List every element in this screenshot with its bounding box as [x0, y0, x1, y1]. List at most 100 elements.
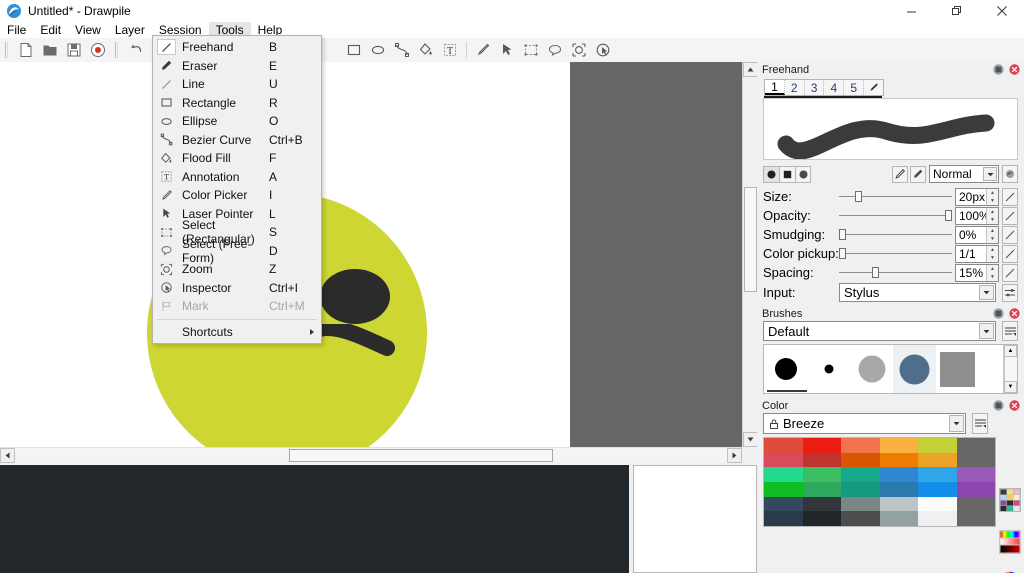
color-swatch[interactable] [764, 511, 803, 526]
color-swatch[interactable] [841, 481, 880, 497]
new-icon[interactable] [14, 39, 38, 61]
settings-icon[interactable] [1002, 283, 1018, 302]
color-swatch[interactable] [956, 438, 995, 453]
laser-pointer-icon[interactable] [495, 39, 519, 61]
color-swatch[interactable] [956, 511, 995, 526]
scroll-down-icon[interactable] [743, 432, 758, 447]
color-swatch[interactable] [764, 481, 803, 497]
palette-grid-icon[interactable] [998, 487, 1022, 515]
color-swatch[interactable] [918, 438, 957, 453]
color-swatch[interactable] [956, 496, 995, 512]
float-icon[interactable] [992, 307, 1005, 320]
menu-edit[interactable]: Edit [33, 22, 68, 38]
toolbar-drag-handle[interactable] [3, 41, 11, 59]
bezier-curve-icon[interactable] [390, 39, 414, 61]
annotation-icon[interactable]: T [438, 39, 462, 61]
bottom-white-panel[interactable] [633, 465, 757, 573]
preset-tab-1[interactable]: 1 [765, 80, 785, 95]
rectangle-icon[interactable] [342, 39, 366, 61]
list-item[interactable] [764, 345, 807, 393]
menu-item-select-free-form[interactable]: Select (Free-Form) D [153, 237, 321, 265]
menu-item-inspector[interactable]: Inspector Ctrl+I [153, 279, 321, 298]
color-swatch[interactable] [956, 481, 995, 497]
spacing-pressure-icon[interactable] [1002, 263, 1018, 282]
scroll-right-icon[interactable] [727, 448, 742, 463]
float-icon[interactable] [992, 63, 1005, 76]
color-swatch[interactable] [802, 496, 841, 512]
preset-tab-2[interactable]: 2 [785, 80, 805, 95]
list-item[interactable] [807, 345, 850, 393]
list-menu-icon[interactable] [972, 413, 988, 434]
scroll-up-icon[interactable] [743, 62, 758, 77]
tools-dropdown-menu[interactable]: Freehand B Eraser E Line U Rectangle R Ellipse O B… [152, 35, 322, 344]
brush-preset-list[interactable]: ▲ ▼ [763, 344, 1018, 394]
color-swatch[interactable] [841, 496, 880, 512]
maximize-button[interactable] [934, 0, 979, 22]
minimize-button[interactable] [889, 0, 934, 22]
color-swatch[interactable] [918, 467, 957, 482]
chevron-down-icon[interactable] [949, 415, 964, 432]
menu-item-rectangle[interactable]: Rectangle R [153, 94, 321, 113]
preset-tab-4[interactable]: 4 [824, 80, 845, 95]
size-slider[interactable] [839, 187, 952, 206]
spacing-stepper[interactable]: ▲ ▼ [986, 264, 998, 281]
scroll-down-icon[interactable]: ▼ [1004, 381, 1017, 393]
color-swatch[interactable] [764, 467, 803, 482]
color-pickup-stepper[interactable]: ▲ ▼ [986, 245, 998, 262]
pen-icon[interactable] [892, 165, 908, 183]
color-pickup-pressure-icon[interactable] [1002, 244, 1018, 263]
color-swatch[interactable] [879, 438, 918, 453]
brush-list-scrollbar[interactable]: ▲ ▼ [1003, 345, 1017, 393]
select-rectangular-icon[interactable] [519, 39, 543, 61]
menu-item-color-picker[interactable]: Color Picker I [153, 186, 321, 205]
blend-mode-select[interactable]: Normal [929, 165, 999, 183]
color-pickup-slider[interactable] [839, 244, 952, 263]
square-icon[interactable] [779, 165, 795, 183]
color-sliders-icon[interactable] [998, 529, 1022, 557]
menu-item-ellipse[interactable]: Ellipse O [153, 112, 321, 131]
spacing-spinbox[interactable]: 15% ▲ ▼ [955, 263, 999, 282]
opacity-spinbox[interactable]: 100% ▲ ▼ [955, 206, 999, 225]
canvas-area[interactable] [0, 62, 742, 447]
color-swatch[interactable] [879, 511, 918, 526]
list-item[interactable] [850, 345, 893, 393]
brush-preset-tabs[interactable]: 1 2 3 4 5 [764, 79, 884, 96]
color-swatch[interactable] [918, 496, 957, 512]
opacity-pressure-icon[interactable] [1002, 206, 1018, 225]
canvas-vertical-scrollbar[interactable] [742, 62, 758, 447]
flood-fill-icon[interactable] [414, 39, 438, 61]
preset-tab-3[interactable]: 3 [805, 80, 825, 95]
menu-item-annotation[interactable]: T Annotation A [153, 168, 321, 187]
chevron-down-icon[interactable] [983, 167, 997, 181]
palette-select[interactable]: Breeze [763, 413, 966, 434]
close-icon[interactable] [1008, 307, 1021, 320]
smudging-spinbox[interactable]: 0% ▲ ▼ [955, 225, 999, 244]
menu-item-line[interactable]: Line U [153, 75, 321, 94]
color-swatch[interactable] [802, 511, 841, 526]
color-swatch[interactable] [841, 438, 880, 453]
color-swatch[interactable] [841, 511, 880, 526]
color-pickup-spinbox[interactable]: 1/1 ▲ ▼ [955, 244, 999, 263]
color-swatch[interactable] [841, 452, 880, 468]
opacity-slider[interactable] [839, 206, 952, 225]
spacing-slider[interactable] [839, 263, 952, 282]
toolbar-drag-handle-2[interactable] [113, 41, 121, 59]
close-button[interactable] [979, 0, 1024, 22]
undo-icon[interactable] [124, 39, 148, 61]
float-icon[interactable] [992, 399, 1005, 412]
menu-item-zoom[interactable]: Zoom Z [153, 260, 321, 279]
color-picker-icon[interactable] [471, 39, 495, 61]
menu-item-eraser[interactable]: Eraser E [153, 57, 321, 76]
chevron-down-icon[interactable] [979, 285, 994, 300]
menu-item-flood-fill[interactable]: Flood Fill F [153, 149, 321, 168]
brush-list-scroll-thumb[interactable] [1004, 357, 1017, 381]
menu-item-freehand[interactable]: Freehand B [153, 38, 321, 57]
inspector-icon[interactable] [591, 39, 615, 61]
color-swatch[interactable] [764, 496, 803, 512]
color-swatch[interactable] [956, 467, 995, 482]
menu-item-bezier-curve[interactable]: Bezier Curve Ctrl+B [153, 131, 321, 150]
list-menu-icon[interactable] [1002, 321, 1018, 341]
brush-icon[interactable] [864, 80, 883, 95]
record-icon[interactable] [86, 39, 110, 61]
color-swatch[interactable] [879, 481, 918, 497]
